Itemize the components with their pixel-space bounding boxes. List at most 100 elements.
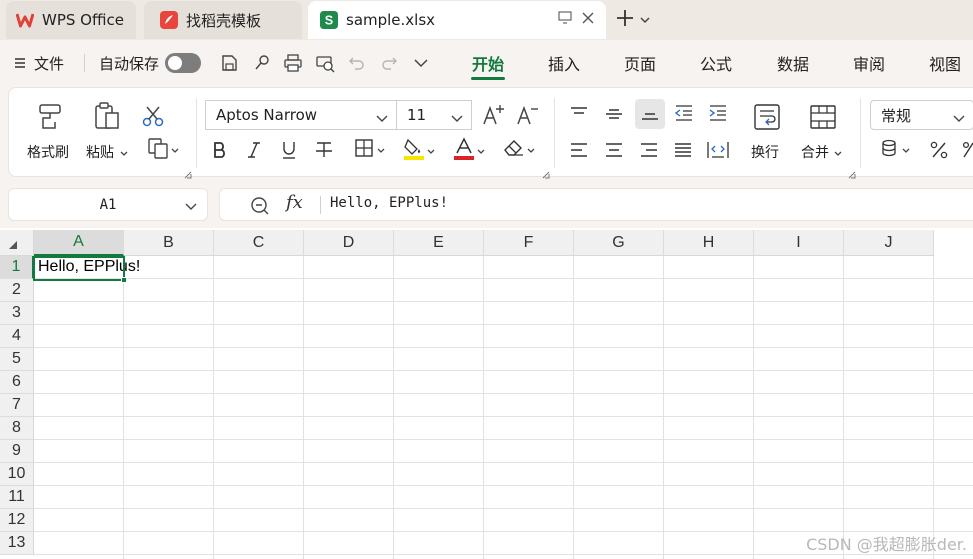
row-header-10[interactable]: 10	[0, 463, 34, 486]
font-increase-icon[interactable]	[481, 102, 507, 128]
underline-icon[interactable]	[278, 138, 300, 162]
row-header-3[interactable]: 3	[0, 302, 34, 325]
launcher-icon[interactable]	[848, 167, 856, 179]
new-tab-button[interactable]	[616, 9, 650, 31]
grid-row-line	[34, 370, 973, 371]
launcher-icon[interactable]	[542, 167, 550, 179]
wrap-text-label[interactable]: 换行	[751, 142, 779, 162]
file-menu[interactable]: 文件	[14, 40, 64, 86]
column-header-d[interactable]: D	[304, 230, 394, 256]
align-right-icon[interactable]	[637, 138, 661, 162]
italic-icon[interactable]	[243, 138, 265, 162]
close-icon[interactable]	[582, 12, 594, 28]
row-header-11[interactable]: 11	[0, 486, 34, 509]
merge-text: 合并	[801, 145, 829, 161]
format-painter-label[interactable]: 格式刷	[27, 142, 69, 162]
align-middle-icon[interactable]	[602, 102, 626, 124]
autosave-toggle[interactable]	[165, 53, 201, 73]
row-header-8[interactable]: 8	[0, 417, 34, 440]
paste-icon[interactable]	[91, 100, 123, 132]
strikethrough-icon[interactable]	[313, 138, 335, 162]
clear-button[interactable]	[499, 138, 539, 162]
align-top-icon[interactable]	[567, 102, 591, 124]
tab-formula[interactable]: 公式	[691, 40, 741, 86]
fill-handle[interactable]	[121, 277, 127, 283]
divider	[554, 98, 555, 168]
merge-cells-icon[interactable]	[807, 102, 839, 132]
fill-color-button[interactable]	[399, 138, 439, 164]
column-header-h[interactable]: H	[664, 230, 754, 256]
tab-wps-office[interactable]: WPS Office	[6, 1, 136, 39]
column-header-c[interactable]: C	[214, 230, 304, 256]
row-header-6[interactable]: 6	[0, 371, 34, 394]
currency-button[interactable]	[875, 138, 915, 162]
cut-icon[interactable]	[141, 104, 165, 128]
font-decrease-icon[interactable]	[515, 102, 541, 128]
print-icon[interactable]	[282, 53, 304, 73]
row-header-7[interactable]: 7	[0, 394, 34, 417]
tab-data[interactable]: 数据	[768, 40, 818, 86]
fx-icon[interactable]: fx	[286, 192, 303, 213]
font-size-select[interactable]: 11	[396, 100, 472, 130]
row-header-9[interactable]: 9	[0, 440, 34, 463]
distributed-icon[interactable]	[706, 138, 730, 162]
tab-view[interactable]: 视图	[920, 40, 970, 86]
chevron-down-icon	[834, 145, 842, 161]
select-all-corner[interactable]	[0, 230, 34, 256]
row-header-2[interactable]: 2	[0, 279, 34, 302]
zoom-icon[interactable]	[250, 196, 270, 220]
more-icon[interactable]	[410, 53, 432, 73]
svg-text:S: S	[325, 14, 333, 28]
divider	[860, 98, 861, 168]
undo-icon[interactable]	[346, 53, 368, 73]
tab-page[interactable]: 页面	[615, 40, 665, 86]
link-icon[interactable]	[251, 53, 273, 73]
tab-sample-xlsx[interactable]: S sample.xlsx	[308, 1, 606, 39]
window-icon[interactable]	[558, 11, 572, 28]
tab-review[interactable]: 审阅	[844, 40, 894, 86]
column-header-e[interactable]: E	[394, 230, 484, 256]
name-box-value: A1	[99, 196, 117, 213]
print-preview-icon[interactable]	[314, 53, 336, 73]
row-header-4[interactable]: 4	[0, 325, 34, 348]
redo-icon[interactable]	[378, 53, 400, 73]
row-header-13[interactable]: 13	[0, 532, 34, 555]
tab-template[interactable]: 找稻壳模板	[144, 1, 302, 39]
comma-style-icon[interactable]	[961, 138, 973, 162]
justify-icon[interactable]	[671, 138, 695, 162]
font-name-select[interactable]: Aptos Narrow	[205, 100, 397, 130]
paste-label[interactable]: 粘贴	[86, 142, 128, 162]
launcher-icon[interactable]	[184, 167, 192, 179]
percent-icon[interactable]	[927, 138, 951, 162]
align-left-icon[interactable]	[567, 138, 591, 162]
column-header-a[interactable]: A	[34, 230, 124, 256]
daoke-icon	[160, 11, 178, 29]
row-header-5[interactable]: 5	[0, 348, 34, 371]
merge-cells-label[interactable]: 合并	[801, 142, 842, 162]
copy-button[interactable]	[143, 138, 183, 162]
wrap-text-icon[interactable]	[751, 102, 783, 132]
column-header-g[interactable]: G	[574, 230, 664, 256]
tab-insert[interactable]: 插入	[539, 40, 589, 86]
decrease-indent-icon[interactable]	[672, 102, 696, 124]
name-box[interactable]: A1	[8, 188, 208, 221]
format-painter-icon[interactable]	[35, 100, 65, 132]
increase-indent-icon[interactable]	[706, 102, 730, 124]
formula-input[interactable]: Hello, EPPlus!	[330, 195, 448, 211]
bold-icon[interactable]	[209, 138, 231, 162]
number-format-select[interactable]: 常规	[870, 100, 973, 130]
column-header-i[interactable]: I	[754, 230, 844, 256]
font-color-button[interactable]	[449, 137, 489, 164]
column-header-b[interactable]: B	[124, 230, 214, 256]
tab-home[interactable]: 开始	[463, 40, 513, 86]
column-header-f[interactable]: F	[484, 230, 574, 256]
spreadsheet-grid[interactable]: ABCDEFGHIJ 1 2 3 4 5 6 7 8 9 10 11 12 13 Hello, EPPl…	[0, 228, 973, 559]
row-header-1[interactable]: 1	[0, 256, 34, 279]
align-bottom-icon[interactable]	[635, 99, 665, 129]
save-icon[interactable]	[218, 53, 240, 73]
column-header-j[interactable]: J	[844, 230, 934, 256]
align-center-icon[interactable]	[602, 138, 626, 162]
borders-button[interactable]	[349, 138, 389, 162]
chevron-down-icon	[902, 142, 910, 158]
row-header-12[interactable]: 12	[0, 509, 34, 532]
